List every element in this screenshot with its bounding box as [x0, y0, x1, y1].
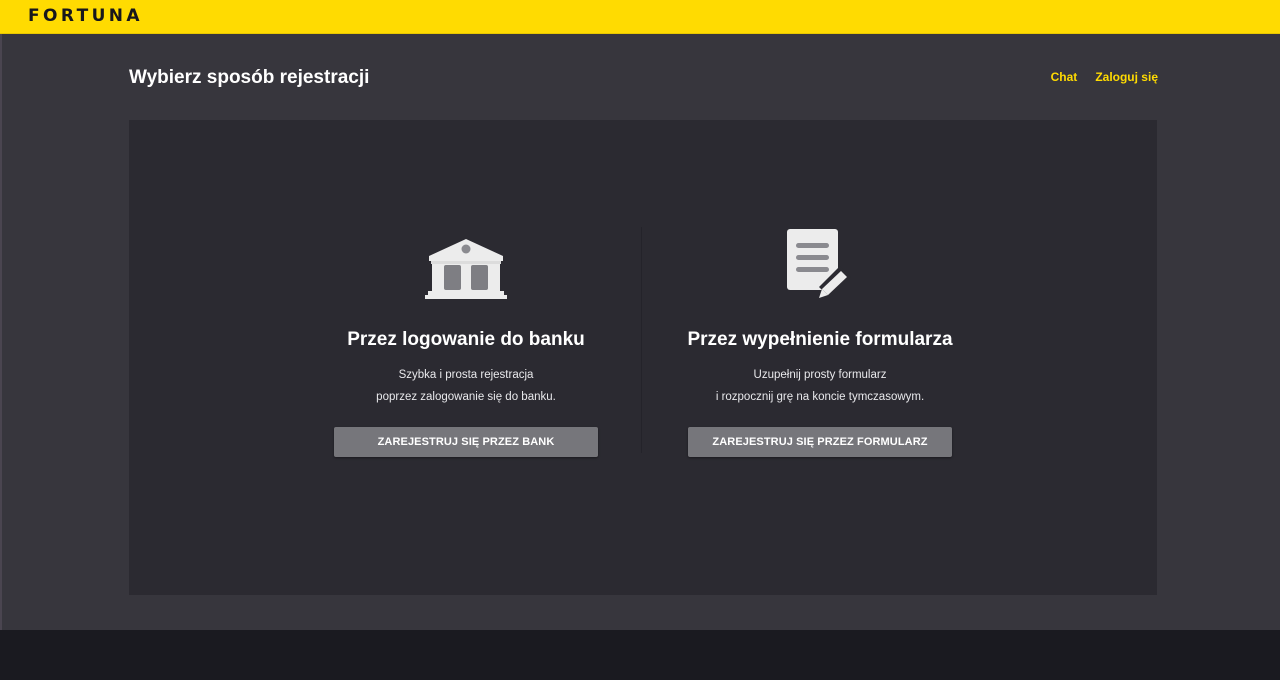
form-document-icon: [660, 229, 980, 300]
form-registration-option: Przez wypełnienie formularza Uzupełnij p…: [660, 229, 980, 457]
main-content: Wybierz sposób rejestracji Chat Zaloguj …: [0, 34, 1280, 630]
options-divider: [641, 227, 642, 453]
bank-option-desc-line: poprzez zalogowanie się do banku.: [376, 391, 556, 403]
bank-option-desc-line: Szybka i prosta rejestracja: [398, 369, 534, 381]
fortuna-logo[interactable]: FORTUNA: [28, 6, 143, 26]
bank-option-description: Szybka i prosta rejestracja poprzez zalo…: [306, 364, 626, 408]
top-bar: FORTUNA: [0, 0, 1280, 34]
form-option-title: Przez wypełnienie formularza: [687, 329, 953, 350]
bank-option-title: Przez logowanie do banku: [347, 329, 585, 350]
register-via-bank-button[interactable]: ZAREJESTRUJ SIĘ PRZEZ BANK: [334, 427, 598, 457]
form-option-desc-line: i rozpocznij grę na koncie tymczasowym.: [715, 391, 925, 403]
bank-icon: [306, 230, 626, 300]
chat-link[interactable]: Chat: [1051, 70, 1078, 84]
login-link[interactable]: Zaloguj się: [1095, 70, 1158, 84]
registration-options-card: Przez logowanie do banku Szybka i prosta…: [129, 120, 1157, 595]
page-title: Wybierz sposób rejestracji: [129, 67, 370, 88]
window-edge: [0, 34, 2, 630]
bank-registration-option: Przez logowanie do banku Szybka i prosta…: [306, 230, 626, 457]
form-option-description: Uzupełnij prosty formularz i rozpocznij …: [660, 364, 980, 408]
footer: [0, 630, 1280, 680]
header-links: Chat Zaloguj się: [1051, 70, 1158, 84]
register-via-form-button[interactable]: ZAREJESTRUJ SIĘ PRZEZ FORMULARZ: [688, 427, 952, 457]
form-option-desc-line: Uzupełnij prosty formularz: [753, 369, 887, 381]
